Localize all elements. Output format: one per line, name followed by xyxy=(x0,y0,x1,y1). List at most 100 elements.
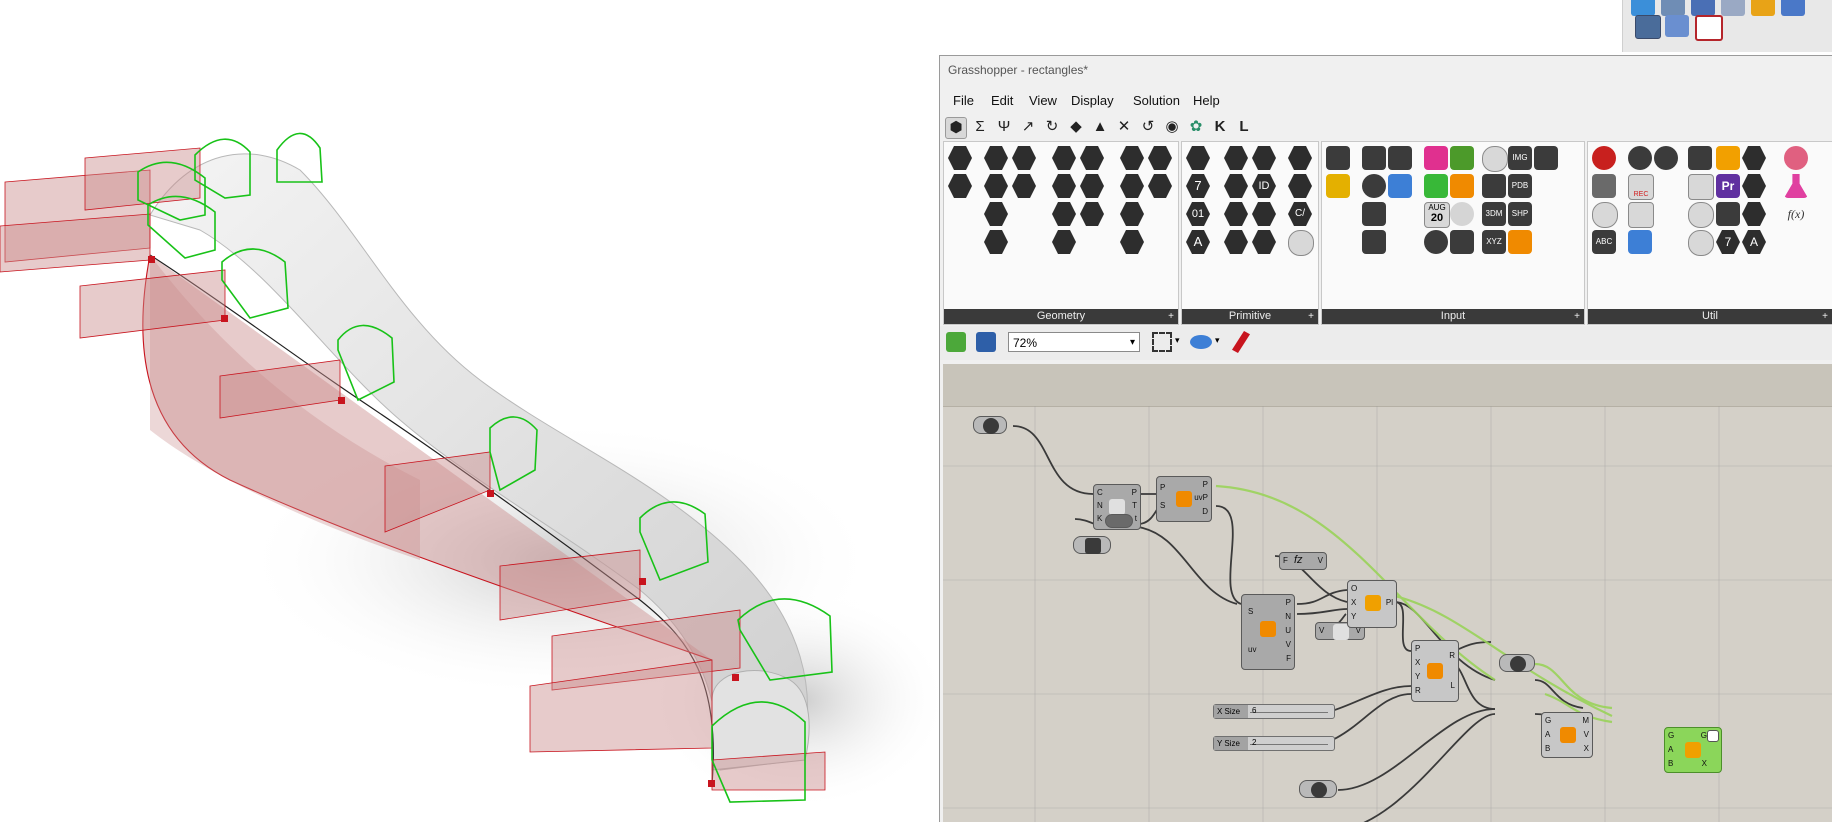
expression-icon[interactable] xyxy=(1742,202,1766,226)
matrix-input-icon[interactable] xyxy=(1424,174,1448,198)
geometry-pipeline-icon[interactable] xyxy=(1120,174,1144,198)
ring-icon[interactable] xyxy=(1654,146,1678,170)
graph-icon[interactable] xyxy=(1326,174,1350,198)
list-icon[interactable] xyxy=(1362,230,1386,254)
sweep-component[interactable]: G A B M V X xyxy=(1541,712,1593,758)
surface-param-icon[interactable] xyxy=(1052,174,1076,198)
python-icon[interactable] xyxy=(1742,174,1766,198)
circle-icon[interactable] xyxy=(984,146,1008,170)
open-file-icon[interactable] xyxy=(946,332,966,352)
value-list-icon[interactable] xyxy=(1362,202,1386,226)
balls-icon[interactable] xyxy=(1784,146,1808,170)
forward-outline-icon[interactable] xyxy=(1688,174,1714,200)
gradient-icon[interactable] xyxy=(1424,146,1448,170)
menu-view[interactable]: View xyxy=(1029,93,1057,108)
toolbar-button-2[interactable] xyxy=(1661,0,1685,16)
script-icon[interactable] xyxy=(1742,146,1766,170)
link-icon[interactable] xyxy=(1534,146,1558,170)
plane-param-icon[interactable] xyxy=(1120,202,1144,226)
menu-edit[interactable]: Edit xyxy=(991,93,1013,108)
abc-icon[interactable]: ABC xyxy=(1592,230,1616,254)
curve-param-icon[interactable] xyxy=(984,202,1008,226)
display-icon[interactable]: ◉ xyxy=(1162,117,1182,137)
palette-icon[interactable] xyxy=(1450,174,1474,198)
zoom-select[interactable]: 72% ▾ xyxy=(1008,332,1140,352)
binary-icon[interactable]: 01 xyxy=(1186,202,1210,226)
bezier-graph-icon[interactable] xyxy=(1450,230,1474,254)
evaluate-surface-component[interactable]: P S P uvP D xyxy=(1156,476,1212,522)
img-icon[interactable]: IMG xyxy=(1508,146,1532,170)
cluster-icon[interactable] xyxy=(1716,146,1740,170)
seven-icon[interactable]: 7 xyxy=(1716,230,1740,254)
color-wheel-icon[interactable] xyxy=(1450,146,1474,170)
mesh-icon[interactable]: ▲ xyxy=(1090,117,1110,137)
plane-component[interactable]: O X Y Pl xyxy=(1347,580,1397,628)
frame-icon[interactable] xyxy=(1695,15,1723,41)
line-icon[interactable] xyxy=(984,174,1008,198)
shp-icon[interactable]: SHP xyxy=(1508,202,1532,226)
x-size-slider[interactable]: X Size 6 xyxy=(1213,704,1335,719)
null-icon[interactable] xyxy=(948,146,972,170)
clock-icon[interactable] xyxy=(1424,230,1448,254)
data-icon[interactable] xyxy=(1224,146,1248,170)
pr-icon[interactable]: Pr xyxy=(1716,174,1740,198)
curve-output-param[interactable] xyxy=(1499,654,1535,672)
network-icon[interactable] xyxy=(1665,15,1689,37)
group-icon[interactable] xyxy=(1052,230,1076,254)
ruler-icon[interactable] xyxy=(1628,202,1654,228)
kangaroo-icon[interactable]: ✿ xyxy=(1186,117,1206,137)
vector-param-icon[interactable] xyxy=(1224,174,1248,198)
zoom-extents-icon[interactable] xyxy=(1152,332,1172,352)
culture-icon[interactable] xyxy=(1224,202,1248,226)
swatch-icon[interactable] xyxy=(1388,174,1412,198)
output-component[interactable]: G A B G X xyxy=(1664,727,1722,773)
transform-icon[interactable]: ↺ xyxy=(1138,117,1158,137)
grid-icon[interactable] xyxy=(1252,146,1276,170)
rainbow-icon[interactable] xyxy=(1482,174,1506,198)
grasshopper-canvas[interactable]: C N K P T t P S P uvP D F fz V S uv P N … xyxy=(943,364,1832,822)
toolbar-button-6[interactable] xyxy=(1781,0,1805,16)
atom-icon[interactable] xyxy=(1120,230,1144,254)
color-picker-icon[interactable] xyxy=(1450,202,1474,226)
rhino-viewport[interactable] xyxy=(0,0,940,821)
fx-icon[interactable]: f(x) xyxy=(1784,202,1808,226)
twisted-box-icon[interactable] xyxy=(1120,146,1144,170)
field-icon[interactable] xyxy=(1080,202,1104,226)
menu-help[interactable]: Help xyxy=(1193,93,1220,108)
toggle-icon[interactable] xyxy=(1362,146,1386,170)
sets-icon[interactable]: Ψ xyxy=(994,117,1014,137)
toolbar-button-4[interactable] xyxy=(1721,0,1745,16)
surface-frames-component[interactable]: S uv P N U V F xyxy=(1241,594,1295,670)
domain-icon[interactable] xyxy=(1224,230,1248,254)
box-icon[interactable] xyxy=(1012,146,1036,170)
chevron-down-icon-2[interactable]: ▾ xyxy=(1215,335,1220,346)
curve-param-lower[interactable] xyxy=(1299,780,1337,798)
toolbar-button-3[interactable] xyxy=(1691,0,1715,16)
surface-icon[interactable]: ◆ xyxy=(1066,117,1086,137)
vector-icon[interactable]: ↗ xyxy=(1018,117,1038,137)
transform-param-icon[interactable] xyxy=(1052,202,1076,226)
y-size-slider[interactable]: Y Size 2 xyxy=(1213,736,1335,751)
number-icon[interactable]: 7 xyxy=(1186,174,1210,198)
output-zoom-icon[interactable] xyxy=(1707,730,1719,742)
toolbar-button-1[interactable] xyxy=(1631,0,1655,16)
menu-display[interactable]: Display xyxy=(1071,93,1114,108)
flask-icon[interactable] xyxy=(1784,174,1808,198)
search-util-icon[interactable] xyxy=(1688,202,1714,228)
hoop-icon[interactable] xyxy=(1628,146,1652,170)
camera-icon[interactable] xyxy=(1635,15,1661,39)
save-icon[interactable] xyxy=(976,332,996,352)
menu-file[interactable]: File xyxy=(953,93,974,108)
curve-param-component[interactable] xyxy=(973,416,1007,434)
forward-icon[interactable] xyxy=(1688,146,1712,170)
calendar-icon[interactable]: AUG 20 xyxy=(1424,202,1450,228)
camera-param-icon[interactable] xyxy=(1482,146,1508,172)
arrow-icon[interactable] xyxy=(948,174,972,198)
pdb-icon[interactable]: PDB xyxy=(1508,174,1532,198)
pipe-icon[interactable] xyxy=(984,230,1008,254)
rectangle-component[interactable]: P X Y R R L xyxy=(1411,640,1459,702)
a-icon[interactable]: A xyxy=(1742,230,1766,254)
chevron-down-icon[interactable]: ▾ xyxy=(1175,335,1180,346)
search-geo-icon[interactable] xyxy=(1080,174,1104,198)
spiral-icon[interactable] xyxy=(1716,202,1740,226)
